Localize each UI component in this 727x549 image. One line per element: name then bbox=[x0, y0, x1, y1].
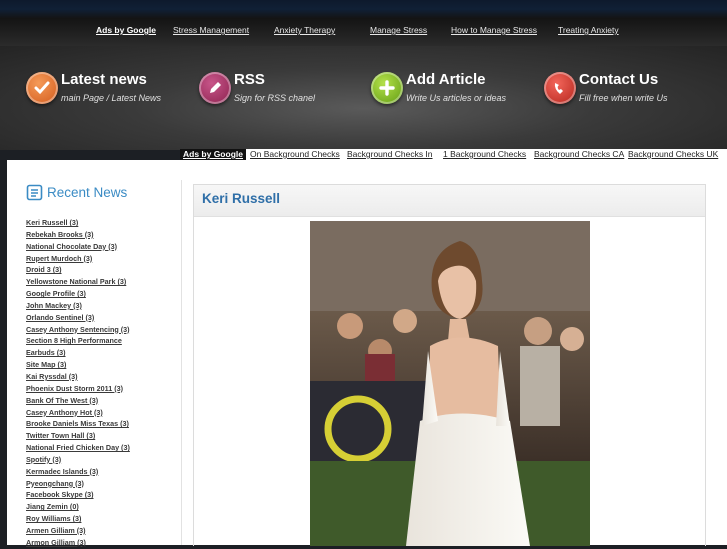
ads-by-google-label[interactable]: Ads by Google bbox=[180, 149, 246, 160]
top-ad-link[interactable]: Anxiety Therapy bbox=[274, 25, 335, 35]
sidebar-title: Recent News bbox=[47, 185, 128, 200]
recent-news-link[interactable]: Yellowstone National Park (3) bbox=[26, 276, 130, 288]
recent-news-link[interactable]: Brooke Daniels Miss Texas (3) bbox=[26, 418, 130, 430]
top-ad-link[interactable]: Manage Stress bbox=[370, 25, 427, 35]
recent-news-link[interactable]: Kai Ryssdal (3) bbox=[26, 371, 130, 383]
nav-subtitle: Sign for RSS chanel bbox=[234, 93, 316, 103]
nav-subtitle: Fill free when write Us bbox=[579, 93, 668, 103]
recent-news-link[interactable]: Pyeongchang (3) bbox=[26, 478, 130, 490]
pencil-icon bbox=[199, 72, 231, 104]
recent-news-link[interactable]: National Fried Chicken Day (3) bbox=[26, 442, 130, 454]
recent-news-link[interactable]: Bank Of The West (3) bbox=[26, 395, 130, 407]
ads-by-google-label[interactable]: Ads by Google bbox=[96, 25, 156, 35]
nav-title: RSS bbox=[234, 71, 265, 88]
secondary-ad-link[interactable]: On Background Checks bbox=[250, 149, 340, 159]
top-ad-link[interactable]: Treating Anxiety bbox=[558, 25, 619, 35]
plus-icon bbox=[371, 72, 403, 104]
recent-news-link[interactable]: Section 8 High Performance bbox=[26, 335, 130, 347]
top-ad-link[interactable]: Stress Management bbox=[173, 25, 249, 35]
secondary-ad-link[interactable]: Background Checks In bbox=[347, 149, 433, 159]
nav-title: Contact Us bbox=[579, 71, 659, 88]
nav-title: Add Article bbox=[406, 71, 486, 88]
content-area: Recent News Keri Russell (3) Rebekah Bro… bbox=[7, 160, 727, 547]
secondary-ad-link[interactable]: 1 Background Checks bbox=[443, 149, 526, 159]
nav-title: Latest news bbox=[61, 71, 147, 88]
post-header: Keri Russell bbox=[194, 185, 705, 217]
recent-news-link[interactable]: Droid 3 (3) bbox=[26, 264, 130, 276]
secondary-ad-link[interactable]: Background Checks UK bbox=[628, 149, 718, 159]
recent-news-link[interactable]: Rupert Murdoch (3) bbox=[26, 253, 130, 265]
post-photo bbox=[310, 221, 590, 546]
secondary-ad-link[interactable]: Background Checks CA bbox=[534, 149, 624, 159]
recent-news-link[interactable]: Roy Williams (3) bbox=[26, 513, 130, 525]
recent-news-link[interactable]: John Mackey (3) bbox=[26, 300, 130, 312]
recent-news-link[interactable]: Armon Gilliam (3) bbox=[26, 537, 130, 549]
recent-news-link[interactable]: National Chocolate Day (3) bbox=[26, 241, 130, 253]
recent-news-link[interactable]: Casey Anthony Hot (3) bbox=[26, 407, 130, 419]
recent-news-list: Keri Russell (3) Rebekah Brooks (3) Nati… bbox=[26, 217, 130, 549]
recent-news-link[interactable]: Casey Anthony Sentencing (3) bbox=[26, 324, 130, 336]
recent-news-link[interactable]: Site Map (3) bbox=[26, 359, 130, 371]
check-icon bbox=[26, 72, 58, 104]
recent-news-link[interactable]: Earbuds (3) bbox=[26, 347, 130, 359]
top-ad-bar: Ads by Google Stress Management Anxiety … bbox=[0, 0, 727, 46]
nav-subtitle: main Page / Latest News bbox=[61, 93, 162, 103]
recent-news-link[interactable]: Spotify (3) bbox=[26, 454, 130, 466]
document-icon bbox=[26, 184, 43, 206]
recent-news-link[interactable]: Twitter Town Hall (3) bbox=[26, 430, 130, 442]
phone-icon bbox=[544, 72, 576, 104]
post-title[interactable]: Keri Russell bbox=[202, 191, 280, 206]
recent-news-link[interactable]: Jiang Zemin (0) bbox=[26, 501, 130, 513]
recent-news-link[interactable]: Orlando Sentinel (3) bbox=[26, 312, 130, 324]
recent-news-link[interactable]: Keri Russell (3) bbox=[26, 217, 130, 229]
nav-subtitle: Write Us articles or ideas bbox=[406, 93, 507, 103]
sidebar-divider bbox=[181, 180, 182, 545]
secondary-ad-row: Ads by Google On Background Checks Backg… bbox=[180, 149, 727, 160]
recent-news-link[interactable]: Google Profile (3) bbox=[26, 288, 130, 300]
recent-news-link[interactable]: Facebook Skype (3) bbox=[26, 489, 130, 501]
recent-news-link[interactable]: Phoenix Dust Storm 2011 (3) bbox=[26, 383, 130, 395]
recent-news-link[interactable]: Kermadec Islands (3) bbox=[26, 466, 130, 478]
top-ad-link[interactable]: How to Manage Stress bbox=[451, 25, 537, 35]
recent-news-link[interactable]: Armen Gilliam (3) bbox=[26, 525, 130, 537]
post-panel: Keri Russell bbox=[193, 184, 706, 546]
recent-news-link[interactable]: Rebekah Brooks (3) bbox=[26, 229, 130, 241]
main-nav: Latest news main Page / Latest News RSS … bbox=[0, 46, 727, 150]
